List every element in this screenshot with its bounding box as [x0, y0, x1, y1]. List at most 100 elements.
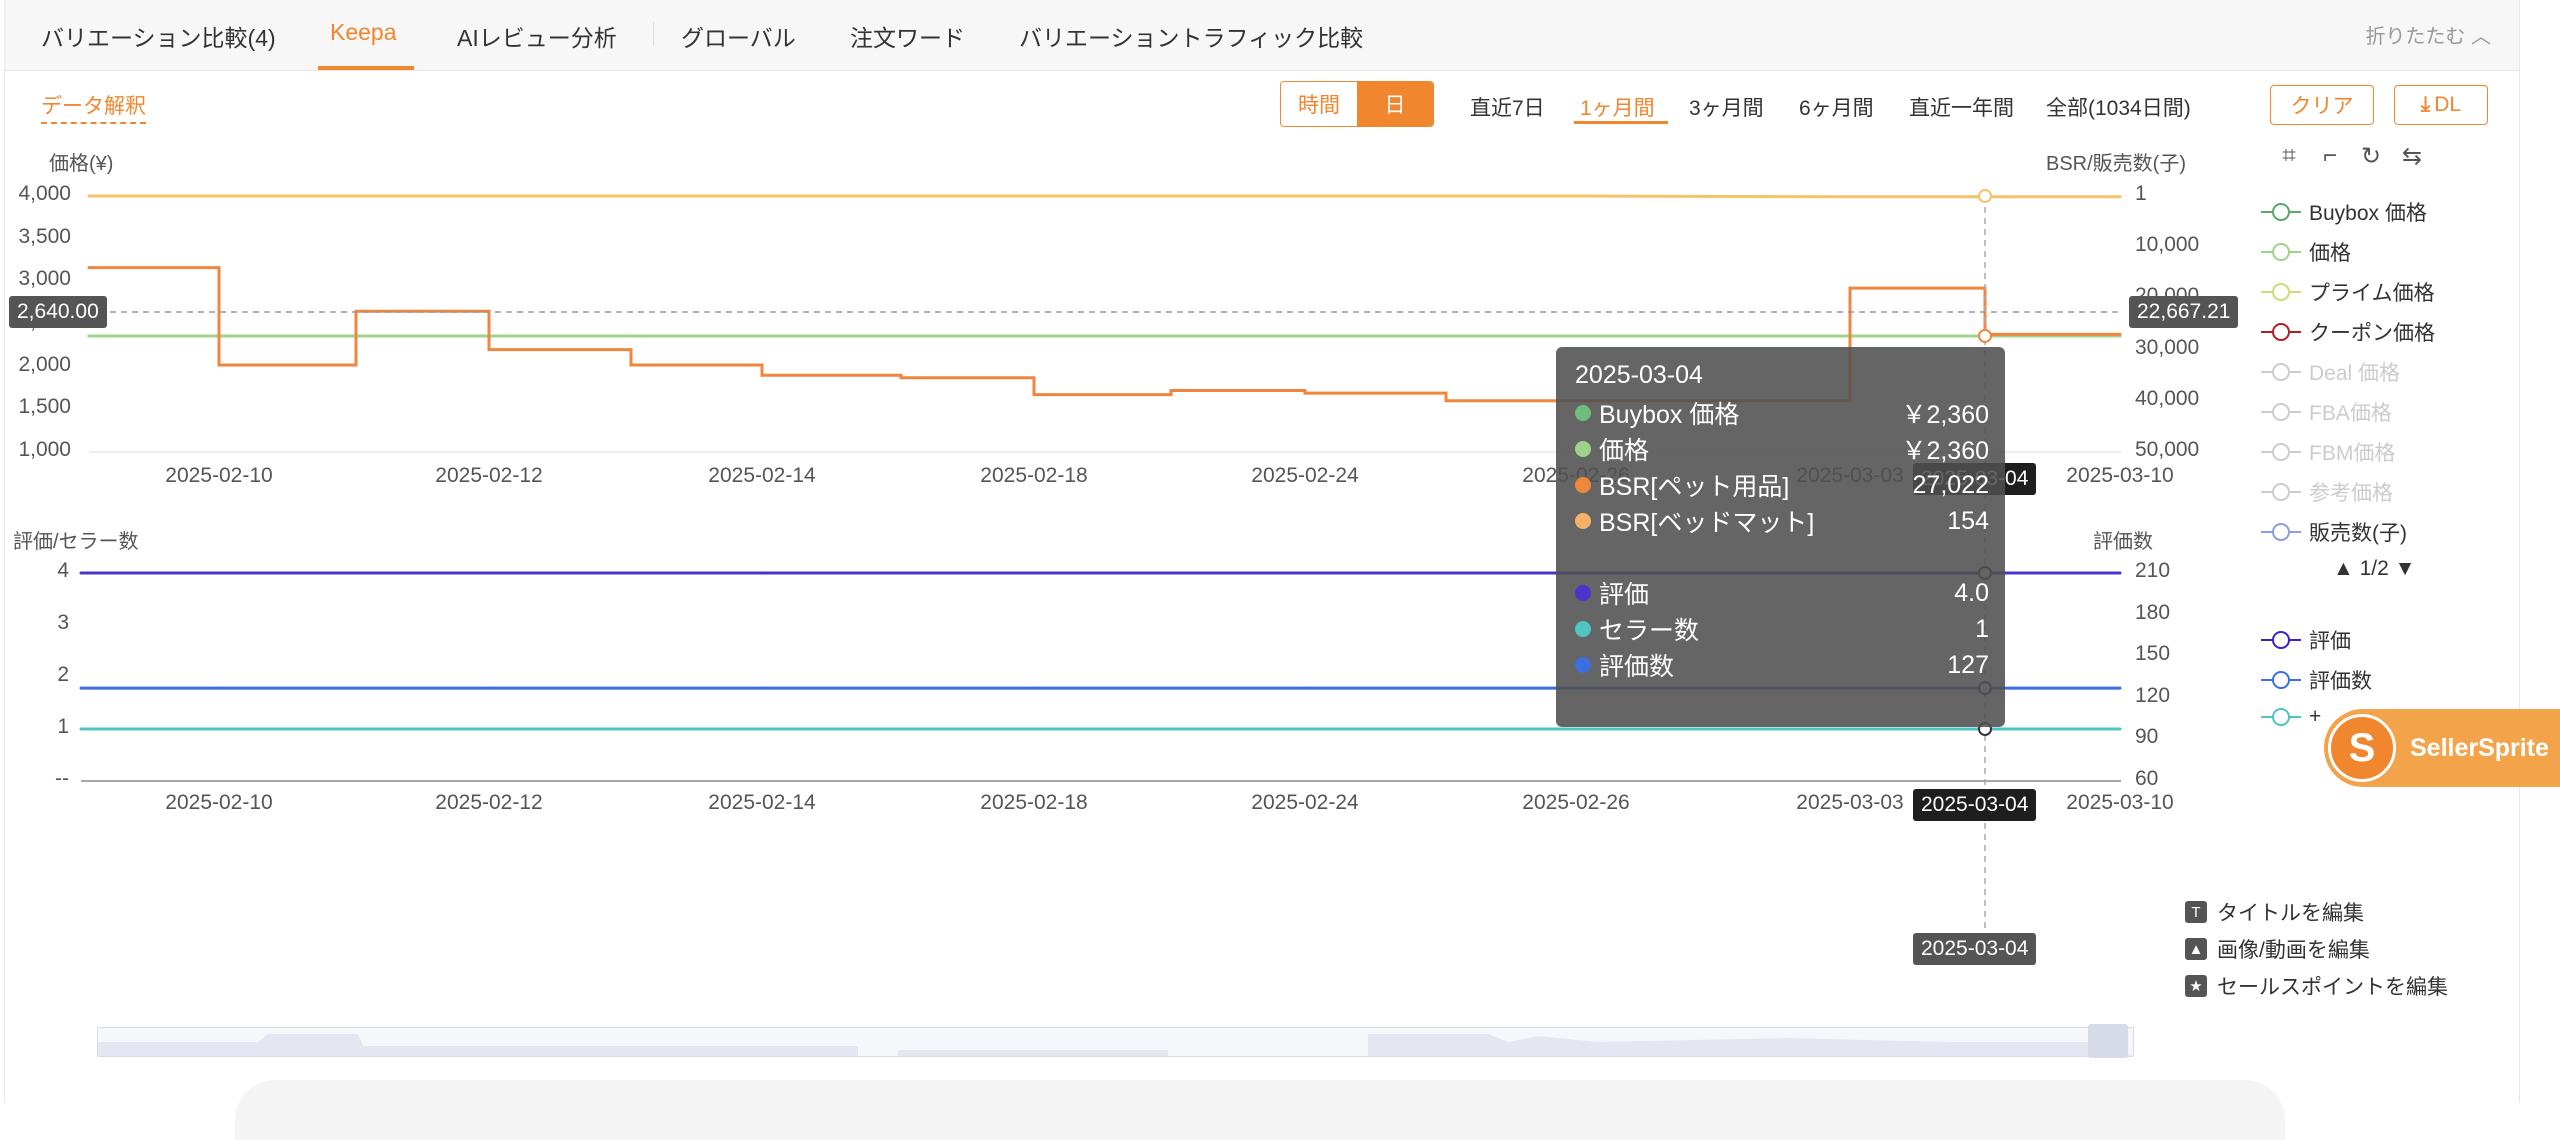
rating-point: [1032, 571, 1036, 575]
legend-item[interactable]: FBM価格: [2261, 437, 2395, 467]
tooltip-row: BSR[ペット用品] 27,022: [1575, 467, 1989, 503]
tooltip-row: 価格 ￥2,360: [1575, 431, 1989, 467]
price-bsr-point: [2118, 195, 2122, 199]
image-icon: ▲: [2185, 938, 2207, 960]
legend-marker-icon: [2261, 402, 2301, 422]
rating-axis-title: 評価/セラー数: [13, 531, 139, 553]
legend-item[interactable]: Buybox 価格: [2261, 197, 2427, 227]
legend-item[interactable]: FBA価格: [2261, 397, 2392, 427]
rating-point: [760, 571, 764, 575]
legend-item[interactable]: 価格: [2261, 237, 2351, 267]
rating-point: [2118, 686, 2122, 690]
price-bsr-point: [87, 194, 91, 198]
tooltip-row: セラー数 1: [1575, 611, 1989, 647]
tooltip-dot: [1575, 621, 1591, 637]
legend-label: 評価: [2309, 630, 2351, 653]
price-bsr-point: [1032, 334, 1036, 338]
rating-point: [487, 686, 491, 690]
legend-pager[interactable]: ▲ 1/2 ▼: [2333, 557, 2415, 581]
price-bsr-point: [2118, 332, 2122, 336]
price-bsr-point: [1032, 393, 1036, 397]
legend-item[interactable]: 評価: [2261, 625, 2351, 655]
price-bsr-point: [217, 363, 221, 367]
edit-title-label: タイトルを編集: [2217, 902, 2364, 925]
slider-preview: [98, 1034, 2133, 1056]
legend-item[interactable]: +: [2261, 705, 2321, 729]
tooltip-row: 評価数 127: [1575, 647, 1989, 683]
tooltip-value: ￥2,360: [1901, 437, 1989, 465]
tooltip-value: 1: [1975, 614, 1989, 643]
legend-item[interactable]: 販売数(子): [2261, 517, 2407, 547]
price-bsr-point: [87, 266, 91, 270]
legend-label: 評価数: [2309, 670, 2372, 693]
bottom-date-tick-label: 2025-03-10: [2066, 791, 2174, 814]
price-bsr-point: [1169, 334, 1173, 338]
legend-label: 販売数(子): [2309, 522, 2407, 545]
legend-label: FBM価格: [2309, 442, 2396, 465]
legend-label: Deal 価格: [2309, 362, 2401, 385]
price-bsr-point: [354, 194, 358, 198]
price-bsr-point: [1444, 334, 1448, 338]
edit-image-button[interactable]: ▲ 画像/動画を編集: [2185, 934, 2370, 964]
price-bsr-point: [899, 334, 903, 338]
legend-marker-icon: [2261, 707, 2301, 727]
edit-selling-points-button[interactable]: ★ セールスポイントを編集: [2185, 971, 2448, 1001]
price-bsr-point: [87, 334, 91, 338]
price-bsr-point: [1169, 194, 1173, 198]
price-bsr-point: [1303, 194, 1307, 198]
legend-item[interactable]: クーポン価格: [2261, 317, 2435, 347]
legend-item[interactable]: Deal 価格: [2261, 357, 2400, 387]
price-bsr-series-line: [89, 194, 2120, 199]
rating-point: [1303, 571, 1307, 575]
bottom-date-tick-label: 2025-02-10: [165, 791, 273, 814]
bottom-date-tick-label: 2025-02-14: [708, 791, 816, 814]
tooltip-label: BSR[ペット用品]: [1599, 473, 1790, 501]
time-range-slider[interactable]: [97, 1024, 2134, 1058]
tooltip-label: 価格: [1599, 437, 1650, 465]
tooltip-dot: [1575, 513, 1591, 529]
rating-point: [2118, 727, 2122, 731]
price-bsr-point: [1574, 334, 1578, 338]
sellersprite-badge[interactable]: S SellerSprite: [2324, 709, 2560, 787]
legend-marker-icon: [2261, 282, 2301, 302]
price-bsr-point: [1032, 194, 1036, 198]
bottom-date-tick-label: 2025-02-26: [1522, 791, 1630, 814]
footer-date-crosshair-label: 2025-03-04: [1913, 933, 2037, 965]
slider-handle[interactable]: [2088, 1024, 2128, 1058]
legend-marker-icon: [2261, 242, 2301, 262]
tooltip-dot: [1575, 477, 1591, 493]
edit-title-button[interactable]: T タイトルを編集: [2185, 897, 2364, 927]
legend-label: +: [2309, 705, 2322, 728]
rating-tick-label: 2: [57, 663, 69, 686]
price-bsr-point: [899, 376, 903, 380]
tooltip-value: 154: [1947, 506, 1989, 535]
rating-tick-label: 4: [57, 559, 69, 582]
tooltip-label: 評価数: [1599, 653, 1675, 681]
chart-tooltip: 2025-03-04 Buybox 価格 ￥2,360 価格 ￥2,360 BSR[…: [1556, 347, 2005, 727]
rating-point: [760, 727, 764, 731]
legend-label: Buybox 価格: [2309, 202, 2427, 225]
legend-item[interactable]: 評価数: [2261, 665, 2372, 695]
sellersprite-label: SellerSprite: [2410, 733, 2549, 762]
legend-marker-icon: [2261, 670, 2301, 690]
price-bsr-point: [1444, 194, 1448, 198]
price-bsr-point: [1848, 286, 1852, 290]
next-section-card: [235, 1080, 2285, 1140]
rating-point: [487, 727, 491, 731]
review-count-axis-title: 評価数: [2093, 531, 2153, 553]
legend-item[interactable]: 参考価格: [2261, 477, 2393, 507]
legend-item[interactable]: プライム価格: [2261, 277, 2435, 307]
bottom-date-tick-label: 2025-02-24: [1251, 791, 1359, 814]
price-bsr-point: [1303, 334, 1307, 338]
price-crosshair-label: 2,640.00: [9, 296, 107, 328]
rating-point: [79, 571, 83, 575]
legend-marker-icon: [2261, 362, 2301, 382]
price-bsr-point: [629, 363, 633, 367]
legend-marker-icon: [2261, 202, 2301, 222]
rating-point: [79, 686, 83, 690]
rating-point: [217, 686, 221, 690]
tooltip-row: Buybox 価格 ￥2,360: [1575, 395, 1989, 431]
rating-point: [1032, 686, 1036, 690]
price-bsr-point: [1169, 389, 1173, 393]
review-count-tick-label: 150: [2135, 642, 2171, 666]
